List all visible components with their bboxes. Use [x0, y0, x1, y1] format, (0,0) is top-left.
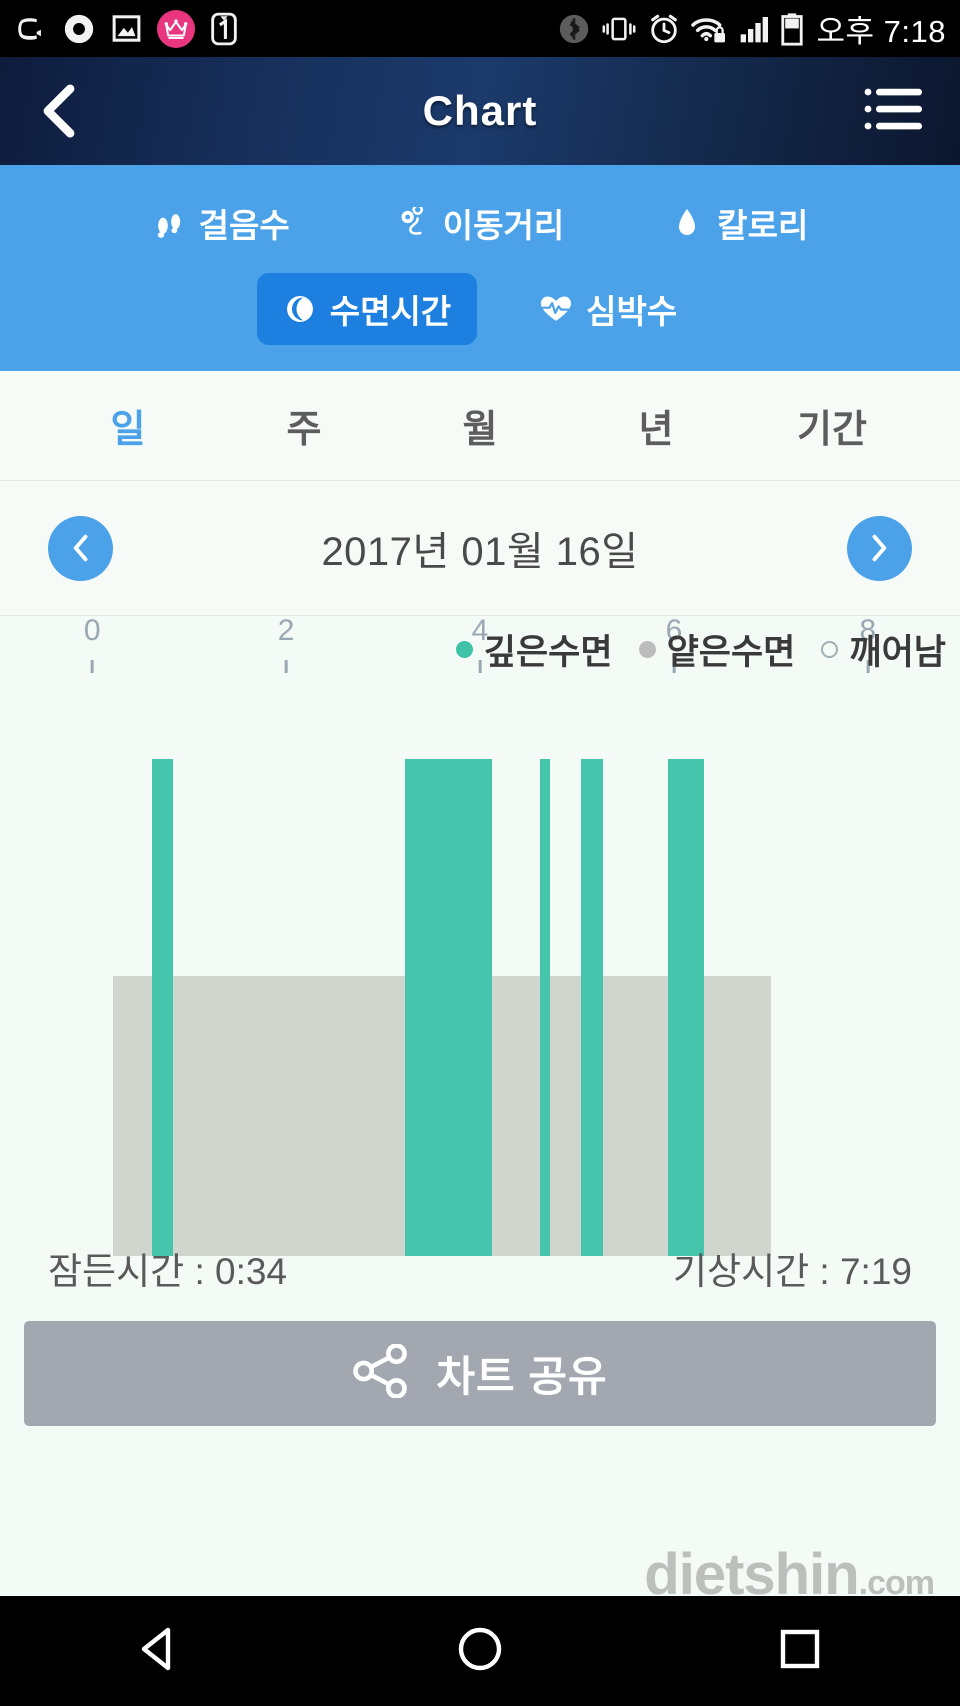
record-icon	[62, 12, 96, 46]
metric-tab-sleep[interactable]: 수면시간	[256, 273, 478, 345]
back-chevron-icon[interactable]	[36, 84, 82, 138]
period-tab-day[interactable]: 일	[40, 398, 216, 453]
metric-row-1: 걸음수 이동거리 칼로리	[0, 187, 960, 259]
sleep-start-label: 잠든시간 : 0:34	[48, 1251, 288, 1292]
deep-sleep-bar	[540, 758, 550, 1256]
status-bar-left-icons	[14, 9, 239, 48]
wake-time-label: 기상시간 : 7:19	[672, 1251, 912, 1292]
legend-item-deep-sleep: 깊은수면	[455, 624, 613, 675]
moon-icon	[283, 294, 317, 324]
legend-item-awake: 깨어남	[821, 624, 946, 675]
deep-sleep-bar	[580, 758, 604, 1256]
share-chart-label: 차트 공유	[436, 1353, 608, 1400]
metric-tab-sleep-label: 수면시간	[329, 293, 452, 330]
metric-tab-distance-label: 이동거리	[442, 207, 565, 244]
metric-tab-distance[interactable]: 이동거리	[370, 187, 590, 259]
share-section: 차트 공유	[0, 1291, 960, 1426]
chevron-left-icon[interactable]	[48, 515, 113, 581]
nav-back-triangle-icon[interactable]	[134, 1623, 186, 1680]
gallery-icon	[110, 12, 143, 45]
sleep-chart: 깊은수면 얕은수면 깨어남 02468 잠든시간 : 0:34 기상시간 : 7…	[0, 614, 960, 1292]
x-axis-tick-mark	[284, 660, 288, 673]
chart-plot-area	[0, 729, 960, 1291]
deep-sleep-bar	[152, 758, 173, 1256]
legend-dot-deep-icon	[455, 641, 473, 658]
metric-row-2: 수면시간 심박수	[0, 273, 960, 345]
status-bar: 오후 7:18	[0, 0, 960, 57]
legend-label-deep: 깊은수면	[483, 633, 613, 672]
status-bar-clock: 오후 7:18	[816, 14, 946, 49]
x-axis-tick: 2	[277, 614, 295, 673]
bluetooth-icon	[557, 12, 591, 46]
legend-label-awake: 깨어남	[849, 633, 946, 672]
legend-dot-light-icon	[638, 641, 656, 658]
legend-dot-awake-icon	[821, 641, 839, 658]
page-title: Chart	[422, 87, 538, 134]
signal-icon	[737, 13, 771, 45]
status-bar-right-icons: 오후 7:18	[557, 6, 947, 51]
metric-tab-steps[interactable]: 걸음수	[126, 187, 316, 259]
legend-item-light-sleep: 얕은수면	[638, 624, 796, 675]
alarm-icon	[647, 12, 681, 46]
period-tab-year[interactable]: 년	[568, 398, 744, 453]
deep-sleep-bar	[405, 758, 492, 1256]
metric-tab-heartrate-label: 심박수	[586, 293, 678, 330]
chart-legend: 깊은수면 얕은수면 깨어남	[455, 624, 946, 675]
footsteps-icon	[152, 207, 186, 239]
sleep-summary: 잠든시간 : 0:34 기상시간 : 7:19	[0, 1241, 960, 1295]
metric-tab-calories[interactable]: 칼로리	[644, 187, 834, 259]
legend-label-light: 얕은수면	[666, 633, 796, 672]
nav-home-circle-icon[interactable]	[454, 1623, 506, 1680]
x-axis-tick-label: 2	[277, 614, 295, 647]
metric-tab-calories-label: 칼로리	[717, 207, 809, 244]
current-date-label: 2017년 01월 16일	[321, 530, 639, 574]
vibrate-icon	[600, 13, 638, 45]
x-axis-tick-mark	[90, 660, 94, 673]
date-navigation: 2017년 01월 16일	[0, 481, 960, 616]
metric-tab-steps-label: 걸음수	[198, 207, 290, 244]
deep-sleep-bar	[668, 758, 704, 1256]
metric-tab-heartrate[interactable]: 심박수	[513, 273, 703, 345]
nav-recents-square-icon[interactable]	[774, 1623, 826, 1680]
flame-icon	[670, 207, 704, 239]
period-tab-group: 일 주 월 년 기간	[0, 371, 960, 481]
location-pin-icon	[396, 207, 430, 239]
metric-tab-group: 걸음수 이동거리 칼로리 수면시간 심박수	[0, 165, 960, 371]
one-app-icon	[209, 12, 239, 46]
chevron-right-icon[interactable]	[846, 515, 912, 581]
battery-icon	[780, 12, 804, 46]
list-menu-icon[interactable]	[864, 86, 924, 137]
heart-pulse-icon	[539, 294, 573, 324]
period-tab-week[interactable]: 주	[216, 398, 392, 453]
usb-icon	[14, 12, 48, 46]
x-axis-tick-label: 0	[83, 614, 101, 647]
wifi-lock-icon	[690, 13, 728, 45]
crown-icon	[157, 9, 195, 48]
app-header: Chart	[0, 57, 960, 165]
period-tab-range[interactable]: 기간	[744, 398, 920, 453]
x-axis-tick: 0	[84, 616, 101, 673]
share-chart-button[interactable]: 차트 공유	[24, 1321, 936, 1426]
share-nodes-icon	[352, 1343, 410, 1403]
period-tab-month[interactable]: 월	[392, 398, 568, 453]
system-navigation-bar	[0, 1596, 960, 1706]
